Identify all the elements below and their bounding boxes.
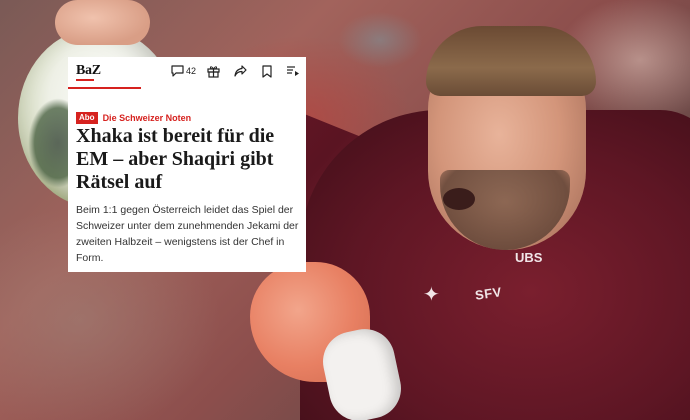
player-mouth <box>443 188 475 210</box>
sponsor-logo: ✦ <box>423 284 440 306</box>
share-icon <box>234 65 247 77</box>
brand-underline <box>76 79 94 81</box>
player-fingers <box>55 0 150 45</box>
abo-badge: Abo <box>76 112 98 124</box>
comment-count: 42 <box>186 66 197 76</box>
player-hair <box>426 26 596 96</box>
jersey-sponsor-text: UBS <box>515 250 543 265</box>
article-rubric[interactable]: Die Schweizer Noten <box>103 113 192 123</box>
gift-icon <box>207 65 220 78</box>
bookmark-icon <box>262 64 272 78</box>
bookmark-button[interactable] <box>262 63 272 79</box>
gift-button[interactable] <box>207 63 220 79</box>
article-card[interactable]: BaZ 42 Abo Die Schweizer Noten Xhaka ist… <box>68 57 306 272</box>
article-headline[interactable]: Xhaka ist bereit für die EM – aber Shaqi… <box>76 125 302 194</box>
brand-logo[interactable]: BaZ <box>76 63 101 79</box>
listen-icon <box>286 65 300 77</box>
comment-icon <box>171 65 184 77</box>
listen-button[interactable] <box>286 63 300 79</box>
article-lead: Beim 1:1 gegen Österreich leidet das Spi… <box>76 204 299 264</box>
article-toolbar: BaZ 42 <box>68 57 306 89</box>
comments-button[interactable]: 42 <box>171 63 196 79</box>
share-button[interactable] <box>234 63 247 79</box>
article-meta: Abo Die Schweizer Noten <box>76 112 191 124</box>
